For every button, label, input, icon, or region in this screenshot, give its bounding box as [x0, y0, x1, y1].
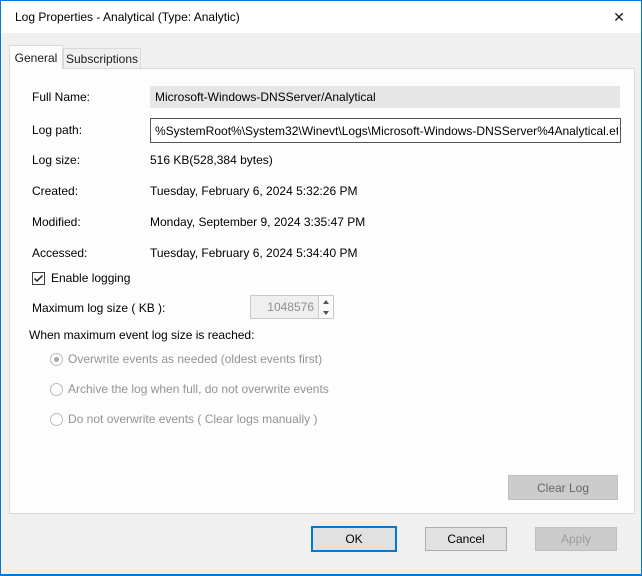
radio-row-archive: Archive the log when full, do not overwr… — [50, 382, 329, 396]
created-value: Tuesday, February 6, 2024 5:32:26 PM — [150, 184, 357, 198]
spinner-up-icon — [319, 296, 333, 307]
full-name-field[interactable]: Microsoft-Windows-DNSServer/Analytical — [150, 86, 620, 108]
log-size-value: 516 KB(528,384 bytes) — [150, 153, 273, 167]
general-tab-page: Full Name: Microsoft-Windows-DNSServer/A… — [9, 68, 635, 514]
accessed-label: Accessed: — [32, 246, 87, 260]
title-bar: Log Properties - Analytical (Type: Analy… — [1, 1, 641, 33]
log-size-label: Log size: — [32, 153, 80, 167]
apply-label: Apply — [561, 532, 591, 546]
radio-row-overwrite: Overwrite events as needed (oldest event… — [50, 352, 322, 366]
log-path-input[interactable] — [150, 118, 621, 143]
checkmark-icon — [33, 273, 44, 284]
max-log-size-spinner: 1048576 — [250, 295, 334, 319]
enable-logging-label: Enable logging — [51, 271, 130, 285]
radio-archive-log — [50, 383, 63, 396]
created-label: Created: — [32, 184, 78, 198]
close-button[interactable]: ✕ — [602, 4, 636, 30]
log-properties-dialog: Log Properties - Analytical (Type: Analy… — [0, 0, 642, 576]
log-path-label: Log path: — [32, 123, 82, 137]
tab-subscriptions[interactable]: Subscriptions — [63, 48, 141, 68]
retention-heading: When maximum event log size is reached: — [29, 328, 254, 342]
radio-overwrite-events — [50, 353, 63, 366]
max-log-size-value: 1048576 — [251, 296, 318, 318]
accessed-value: Tuesday, February 6, 2024 5:34:40 PM — [150, 246, 357, 260]
window-title: Log Properties - Analytical (Type: Analy… — [15, 10, 240, 24]
radio-overwrite-label: Overwrite events as needed (oldest event… — [68, 352, 322, 366]
radio-no-overwrite-label: Do not overwrite events ( Clear logs man… — [68, 412, 317, 426]
cancel-button[interactable]: Cancel — [425, 527, 507, 551]
close-icon: ✕ — [613, 9, 625, 26]
modified-value: Monday, September 9, 2024 3:35:47 PM — [150, 215, 365, 229]
apply-button: Apply — [535, 527, 617, 551]
radio-no-overwrite — [50, 413, 63, 426]
cancel-label: Cancel — [447, 532, 484, 546]
radio-archive-label: Archive the log when full, do not overwr… — [68, 382, 329, 396]
radio-dot — [54, 357, 59, 362]
tab-general[interactable]: General — [9, 45, 63, 69]
full-name-label: Full Name: — [32, 90, 90, 104]
max-log-size-label: Maximum log size ( KB ): — [32, 301, 165, 315]
enable-logging-checkbox-row: Enable logging — [32, 271, 130, 285]
modified-label: Modified: — [32, 215, 81, 229]
ok-label: OK — [345, 532, 362, 546]
enable-logging-checkbox[interactable] — [32, 272, 45, 285]
radio-row-no-overwrite: Do not overwrite events ( Clear logs man… — [50, 412, 317, 426]
spinner-buttons — [318, 296, 333, 318]
spinner-down-icon — [319, 307, 333, 318]
tab-subscriptions-label: Subscriptions — [66, 52, 138, 66]
tab-general-label: General — [15, 51, 58, 65]
ok-button[interactable]: OK — [311, 526, 397, 552]
clear-log-label: Clear Log — [537, 481, 589, 495]
clear-log-button: Clear Log — [508, 475, 618, 500]
